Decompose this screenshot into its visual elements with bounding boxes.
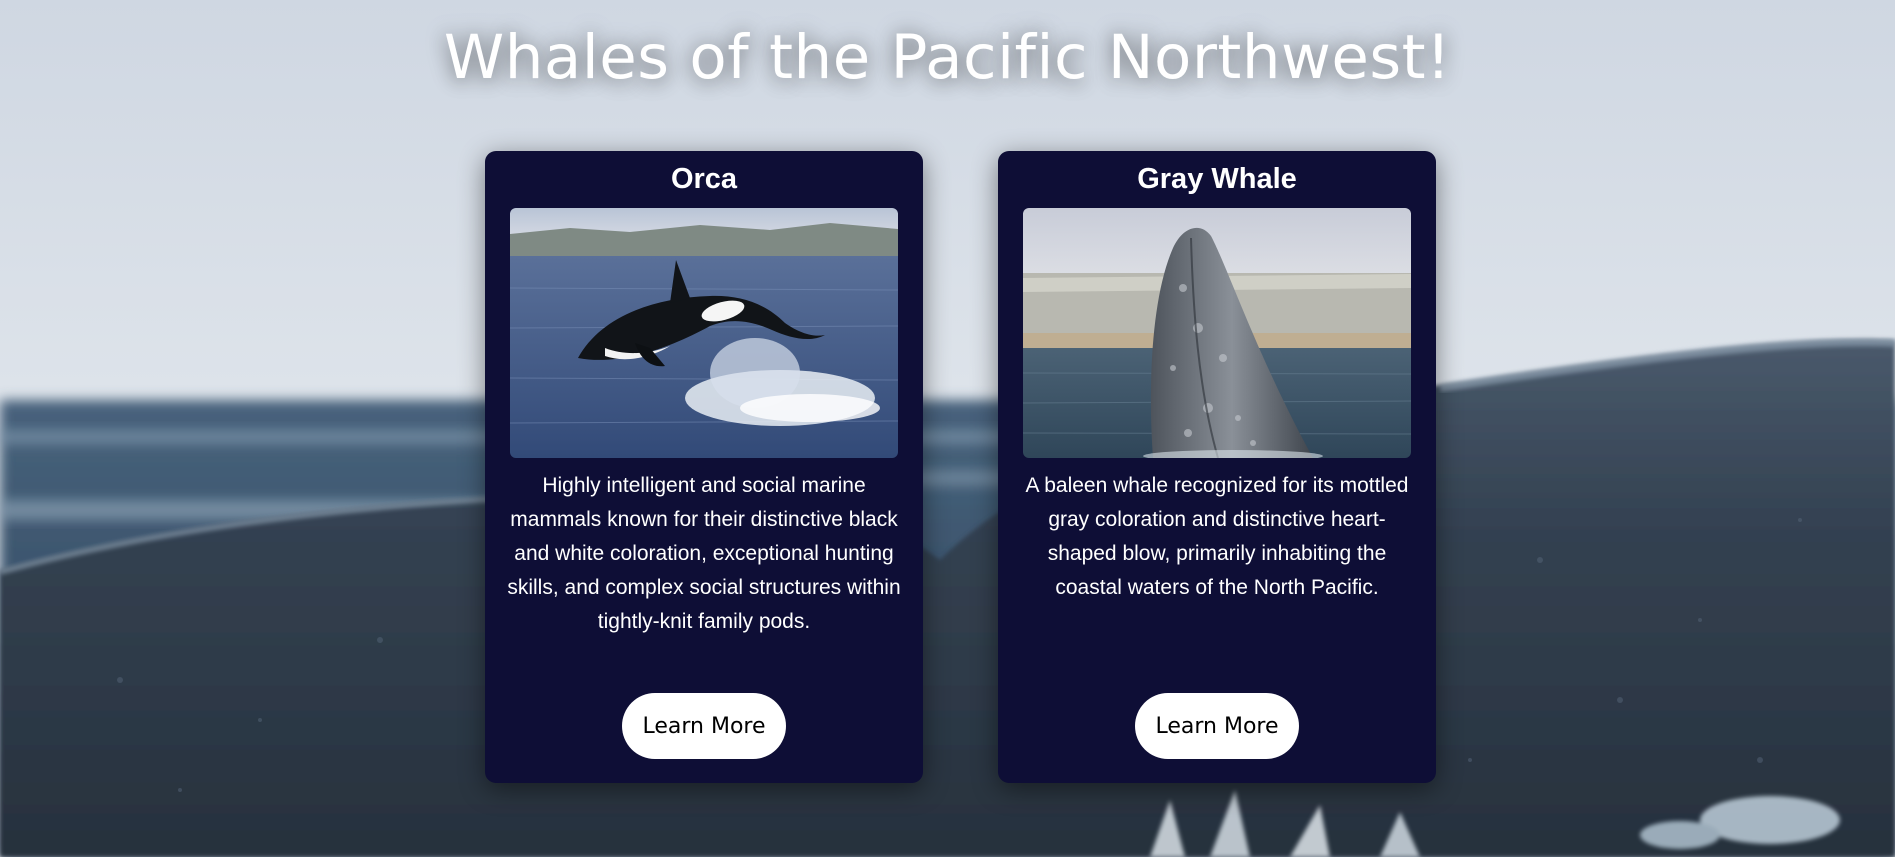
orca-image bbox=[510, 208, 898, 458]
whale-card-orca: Orca Highly intelligent and social marin… bbox=[485, 151, 923, 783]
gray-whale-image bbox=[1023, 208, 1411, 458]
background-image bbox=[0, 0, 1895, 857]
learn-more-button[interactable]: Learn More bbox=[1135, 693, 1299, 759]
card-description: Highly intelligent and social marine mam… bbox=[507, 474, 901, 633]
learn-more-button[interactable]: Learn More bbox=[622, 693, 786, 759]
card-title: Gray Whale bbox=[1137, 163, 1297, 195]
page-title: Whales of the Pacific Northwest! bbox=[443, 22, 1452, 93]
card-title: Orca bbox=[670, 163, 738, 195]
card-description: A baleen whale recognized for its mottle… bbox=[1025, 474, 1409, 599]
whale-card-gray-whale: Gray Whale A baleen whale recognized for… bbox=[998, 151, 1436, 783]
